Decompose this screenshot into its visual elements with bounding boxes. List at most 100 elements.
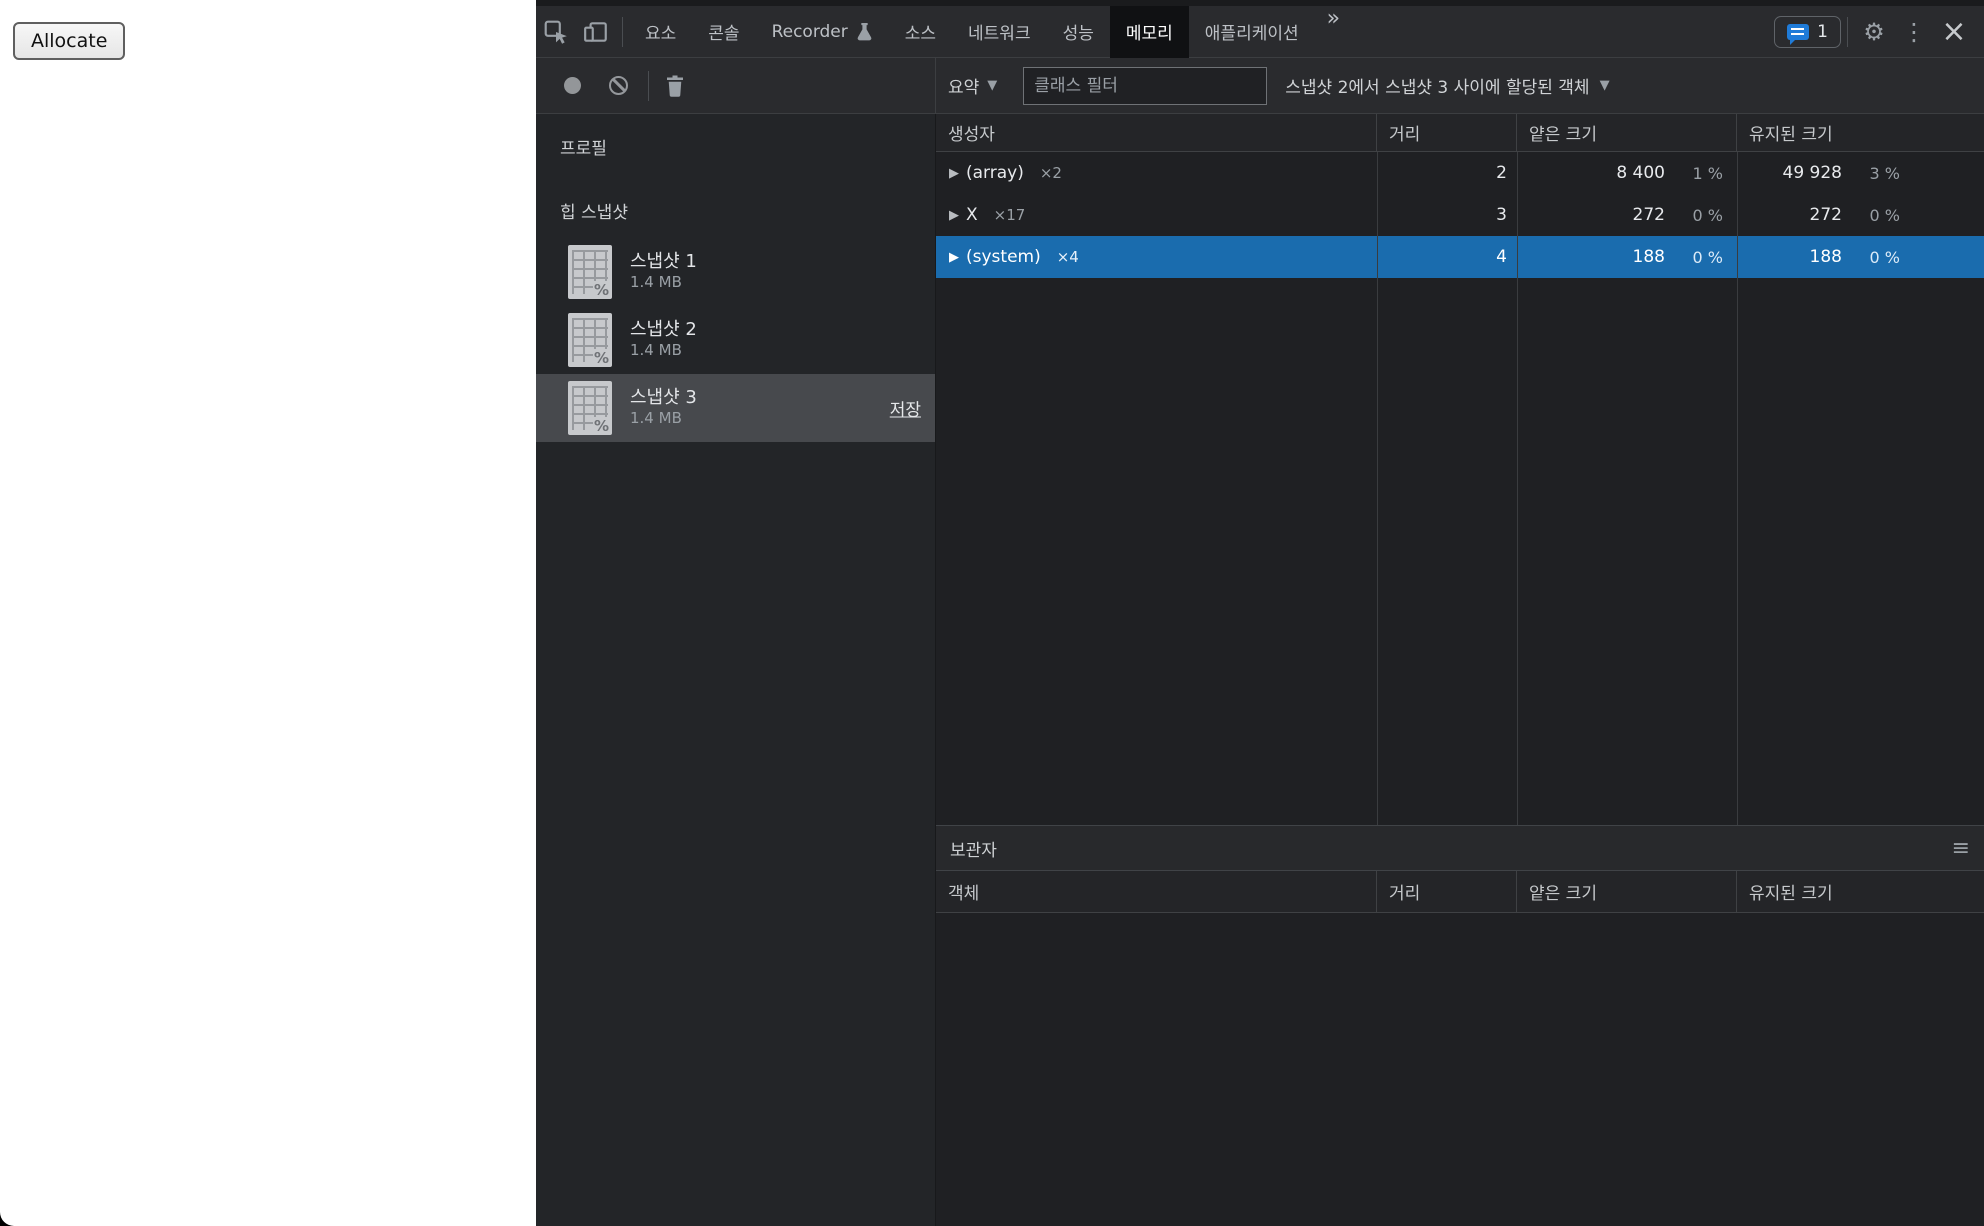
column-header-shallow-size[interactable]: 얕은 크기: [1517, 871, 1737, 912]
constructor-name: X: [966, 205, 978, 225]
profiler-controls: [536, 58, 936, 114]
shallow-size-percent: 0 %: [1665, 206, 1737, 225]
toolbar-right-cluster: 1 ⚙ ⋮ ×: [1774, 6, 1984, 58]
shallow-size: 8 400: [1616, 163, 1665, 183]
constructor-row-array[interactable]: ▶ (array) ×2 2 8 400 1 % 49 928 3 %: [936, 152, 1984, 194]
tab-recorder[interactable]: Recorder: [756, 6, 889, 58]
save-snapshot-link[interactable]: 저장: [890, 396, 921, 421]
retained-size-percent: 3 %: [1842, 164, 1914, 183]
heap-snapshot-icon: [568, 313, 612, 367]
issues-count: 1: [1817, 22, 1828, 42]
devtools-tabs: 요소 콘솔 Recorder 소스 네트워크 성능 메모리 애플리케이션 »: [629, 6, 1352, 58]
snapshot-size: 1.4 MB: [630, 273, 697, 293]
tab-sources[interactable]: 소스: [889, 6, 952, 58]
web-page: Allocate: [0, 0, 536, 1226]
constructor-name: (array): [966, 163, 1024, 183]
memory-panel-toolbar: 요약 ▼ 스냅샷 2에서 스냅샷 3 사이에 할당된 객체 ▼: [536, 58, 1984, 114]
expand-arrow-icon[interactable]: ▶: [946, 208, 962, 223]
snapshot-name: 스냅샷 3: [630, 387, 697, 409]
column-header-constructor[interactable]: 생성자: [936, 114, 1377, 151]
chevron-down-icon: ▼: [987, 78, 997, 93]
toolbar-divider: [1847, 17, 1848, 47]
inspect-cursor-icon: [543, 19, 569, 45]
retainers-header: 객체 거리 얕은 크기 유지된 크기: [936, 871, 1984, 913]
delete-profile-button[interactable]: [655, 60, 695, 112]
retainers-title: 보관자: [950, 836, 997, 861]
class-filter-input[interactable]: [1023, 67, 1267, 105]
allocate-button[interactable]: Allocate: [13, 22, 125, 60]
column-header-retained-size[interactable]: 유지된 크기: [1737, 871, 1984, 912]
settings-button[interactable]: ⚙: [1854, 6, 1894, 58]
column-header-distance[interactable]: 거리: [1377, 114, 1517, 151]
customize-menu-button[interactable]: ⋮: [1894, 6, 1934, 58]
snapshot-item-3-selected[interactable]: 스냅샷 3 1.4 MB 저장: [536, 374, 935, 442]
snapshot-item-2[interactable]: 스냅샷 2 1.4 MB: [536, 306, 935, 374]
tab-network[interactable]: 네트워크: [952, 6, 1047, 58]
tab-performance[interactable]: 성능: [1047, 6, 1110, 58]
more-tabs-button[interactable]: »: [1315, 6, 1352, 58]
tab-console[interactable]: 콘솔: [692, 6, 755, 58]
retained-size: 188: [1810, 247, 1842, 267]
device-toolbar-icon: [583, 19, 609, 45]
kebab-menu-icon: ⋮: [1902, 20, 1926, 44]
record-heap-snapshot-button[interactable]: [564, 77, 581, 94]
distance-value: 2: [1377, 152, 1517, 194]
snapshot-item-1[interactable]: 스냅샷 1 1.4 MB: [536, 238, 935, 306]
instance-count: ×2: [1040, 164, 1062, 182]
screenshot-stage: Allocate 요소 콘솔 R: [0, 0, 1984, 1226]
inspect-element-button[interactable]: [536, 6, 576, 58]
constructor-row-x[interactable]: ▶ X ×17 3 272 0 % 272 0 %: [936, 194, 1984, 236]
snapshot-size: 1.4 MB: [630, 409, 697, 429]
devtools-main-toolbar: 요소 콘솔 Recorder 소스 네트워크 성능 메모리 애플리케이션 »: [536, 6, 1984, 58]
column-header-retained-size[interactable]: 유지된 크기: [1737, 114, 1984, 151]
shallow-size: 188: [1633, 247, 1665, 267]
devtools-panel: 요소 콘솔 Recorder 소스 네트워크 성능 메모리 애플리케이션 »: [536, 0, 1984, 1226]
chevron-down-icon: ▼: [1600, 78, 1610, 93]
toolbar-divider: [622, 17, 623, 47]
snapshot-name: 스냅샷 2: [630, 319, 697, 341]
tab-application[interactable]: 애플리케이션: [1189, 6, 1315, 58]
perspective-select[interactable]: 요약 ▼: [948, 73, 997, 98]
instance-count: ×17: [994, 206, 1026, 224]
issues-button[interactable]: 1: [1774, 16, 1841, 48]
distance-value: 3: [1377, 194, 1517, 236]
constructor-name: (system): [966, 247, 1041, 267]
experiment-flask-icon: [856, 22, 873, 41]
summary-controls: 요약 ▼ 스냅샷 2에서 스냅샷 3 사이에 할당된 객체 ▼: [936, 67, 1984, 105]
retained-size-percent: 0 %: [1842, 248, 1914, 267]
shallow-size-percent: 0 %: [1665, 248, 1737, 267]
column-header-distance[interactable]: 거리: [1377, 871, 1517, 912]
heap-snapshots-heading: 힙 스냅샷: [536, 198, 935, 224]
constructors-header: 생성자 거리 얕은 크기 유지된 크기: [936, 114, 1984, 152]
constructors-grid: 생성자 거리 얕은 크기 유지된 크기 ▶ (array) ×2 2 8 400: [936, 114, 1984, 1226]
snapshot-name: 스냅샷 1: [630, 251, 697, 273]
expand-arrow-icon[interactable]: ▶: [946, 250, 962, 265]
expand-arrow-icon[interactable]: ▶: [946, 166, 962, 181]
device-toolbar-button[interactable]: [576, 6, 616, 58]
heap-snapshot-icon: [568, 245, 612, 299]
constructor-row-system-selected[interactable]: ▶ (system) ×4 4 188 0 % 188 0 %: [936, 236, 1984, 278]
issues-bubble-icon: [1787, 24, 1809, 40]
tab-memory[interactable]: 메모리: [1110, 6, 1189, 58]
retained-size: 272: [1810, 205, 1842, 225]
retained-size-percent: 0 %: [1842, 206, 1914, 225]
column-header-shallow-size[interactable]: 얕은 크기: [1517, 114, 1737, 151]
hamburger-menu-icon[interactable]: ≡: [1952, 836, 1970, 861]
tab-elements[interactable]: 요소: [629, 6, 692, 58]
shallow-size-percent: 1 %: [1665, 164, 1737, 183]
toolbar-divider: [648, 71, 649, 101]
gear-icon: ⚙: [1863, 20, 1885, 44]
snapshot-size: 1.4 MB: [630, 341, 697, 361]
heap-snapshot-icon: [568, 381, 612, 435]
distance-value: 4: [1377, 236, 1517, 278]
profiles-heading: 프로필: [536, 134, 935, 160]
shallow-size: 272: [1633, 205, 1665, 225]
instance-count: ×4: [1057, 248, 1079, 266]
snapshot-scope-select[interactable]: 스냅샷 2에서 스냅샷 3 사이에 할당된 객체 ▼: [1285, 73, 1609, 98]
close-devtools-button[interactable]: ×: [1934, 6, 1974, 58]
clear-profiles-button[interactable]: [609, 76, 628, 95]
trash-icon: [665, 74, 685, 97]
close-icon: ×: [1941, 17, 1966, 47]
column-header-object[interactable]: 객체: [936, 871, 1377, 912]
retainers-splitter-bar[interactable]: 보관자 ≡: [936, 825, 1984, 871]
